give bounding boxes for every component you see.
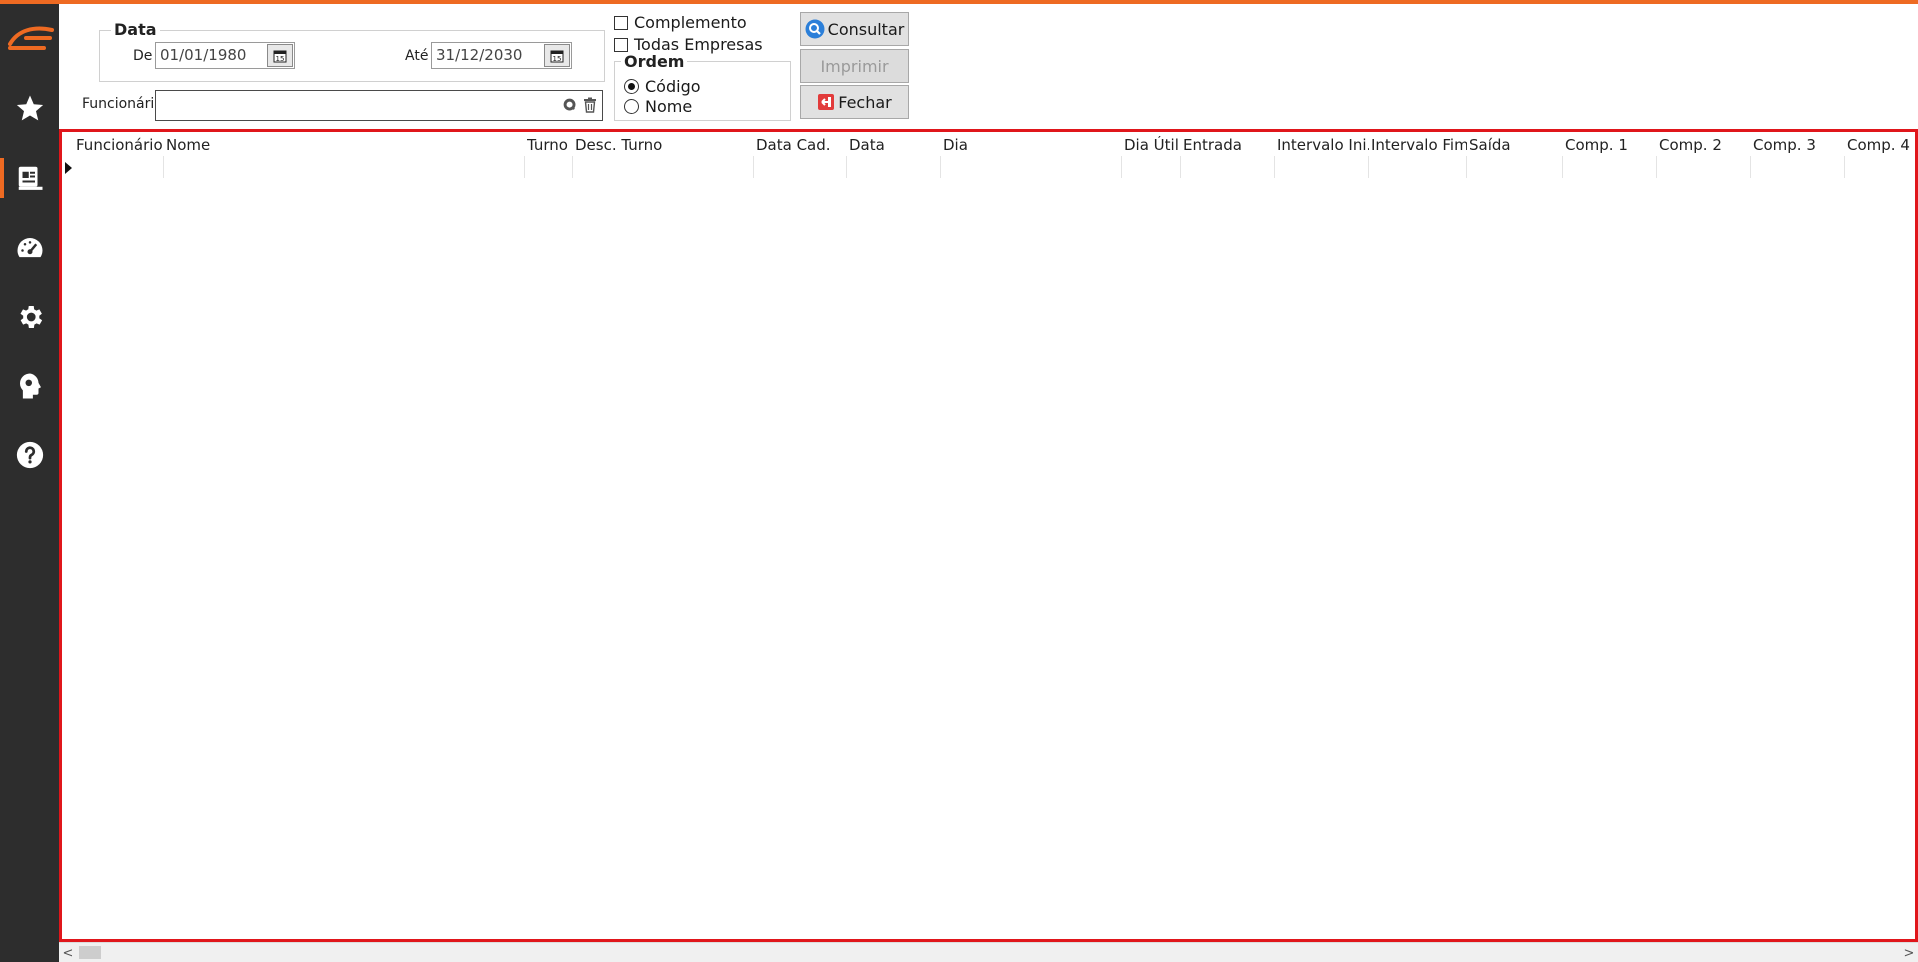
- consultar-label: Consultar: [827, 19, 905, 39]
- column-header[interactable]: Dia Útil: [1124, 136, 1182, 154]
- cell-separator: [1180, 156, 1181, 178]
- cell-separator: [1466, 156, 1467, 178]
- horizontal-scrollbar[interactable]: < >: [59, 942, 1918, 962]
- gear-icon: [20, 306, 42, 328]
- complemento-label: Complemento: [634, 13, 747, 32]
- todas-empresas-box: [614, 37, 628, 52]
- cell-separator: [846, 156, 847, 178]
- cell-separator: [1121, 156, 1122, 178]
- scroll-right-icon[interactable]: >: [1900, 944, 1918, 962]
- employee-search-button[interactable]: [563, 98, 578, 117]
- cell-separator: [940, 156, 941, 178]
- cell-separator: [1844, 156, 1845, 178]
- top-accent-line: [0, 0, 1918, 4]
- order-codigo-radio[interactable]: Código: [624, 77, 701, 96]
- cell-separator: [753, 156, 754, 178]
- settings-button[interactable]: [0, 291, 59, 343]
- sidebar: [0, 4, 59, 962]
- column-header[interactable]: Data: [849, 136, 939, 154]
- grid-empty-row[interactable]: [62, 156, 1915, 180]
- calendar-icon: 15: [273, 50, 287, 63]
- row-indicator-icon: [65, 162, 72, 174]
- complemento-checkbox[interactable]: Complemento: [614, 13, 747, 32]
- star-icon: [16, 95, 43, 121]
- employee-field[interactable]: [155, 90, 603, 121]
- column-header[interactable]: Comp. 1: [1565, 136, 1657, 154]
- reports-button[interactable]: [0, 152, 59, 204]
- report-icon: [18, 166, 42, 190]
- consultar-button[interactable]: Consultar: [800, 12, 909, 46]
- complemento-box: [614, 15, 628, 30]
- results-grid[interactable]: Funcionário Nome Turno Desc. Turno Data Cad.…: [59, 129, 1918, 942]
- column-header[interactable]: Turno: [527, 136, 573, 154]
- svg-text:15: 15: [276, 55, 285, 63]
- head-gear-icon: [19, 373, 41, 399]
- column-header[interactable]: Intervalo Fim: [1371, 136, 1467, 154]
- exit-icon: [817, 93, 835, 111]
- scroll-left-icon[interactable]: <: [59, 944, 77, 962]
- order-nome-label: Nome: [645, 97, 693, 116]
- cell-separator: [1274, 156, 1275, 178]
- from-calendar-button[interactable]: 15: [267, 44, 293, 67]
- column-header[interactable]: Data Cad.: [756, 136, 846, 154]
- help-button[interactable]: [0, 429, 59, 481]
- column-header[interactable]: Comp. 2: [1659, 136, 1751, 154]
- order-nome-radio-circle: [624, 99, 639, 114]
- cell-separator: [1750, 156, 1751, 178]
- column-header[interactable]: Saída: [1469, 136, 1561, 154]
- support-button[interactable]: [0, 360, 59, 412]
- from-label: De: [133, 48, 153, 64]
- imprimir-button[interactable]: Imprimir: [800, 49, 909, 83]
- employee-label: Funcionário: [82, 96, 163, 112]
- cell-separator: [1656, 156, 1657, 178]
- to-date-field[interactable]: 31/12/2030 15: [431, 42, 572, 69]
- from-date-field[interactable]: 01/01/1980 15: [155, 42, 295, 69]
- cell-separator: [163, 156, 164, 178]
- to-label: Até: [405, 48, 429, 64]
- column-header[interactable]: Intervalo Ini.: [1277, 136, 1369, 154]
- date-group-label: Data: [111, 20, 160, 39]
- cell-separator: [1368, 156, 1369, 178]
- to-date-value: 31/12/2030: [436, 46, 523, 64]
- column-header[interactable]: Comp. 4: [1847, 136, 1915, 154]
- question-icon: [16, 441, 43, 469]
- to-calendar-button[interactable]: 15: [544, 44, 570, 67]
- dashboard-button[interactable]: [0, 222, 59, 274]
- column-header[interactable]: Nome: [166, 136, 506, 154]
- order-group-label: Ordem: [621, 52, 688, 71]
- search-icon: [563, 98, 576, 111]
- favorites-button[interactable]: [0, 82, 59, 134]
- order-codigo-radio-circle: [624, 79, 639, 94]
- svg-text:15: 15: [553, 55, 562, 63]
- column-header[interactable]: Comp. 3: [1753, 136, 1845, 154]
- employee-clear-button[interactable]: [583, 97, 597, 117]
- column-header[interactable]: Funcionário: [76, 136, 164, 154]
- calendar-icon: 15: [550, 50, 564, 63]
- fechar-button[interactable]: Fechar: [800, 85, 909, 119]
- cell-separator: [572, 156, 573, 178]
- app-logo: [4, 20, 56, 54]
- search-icon: [805, 19, 825, 39]
- column-header[interactable]: Dia: [943, 136, 1121, 154]
- column-header[interactable]: Desc. Turno: [575, 136, 745, 154]
- fechar-label: Fechar: [838, 92, 892, 112]
- order-nome-radio[interactable]: Nome: [624, 97, 692, 116]
- trash-icon: [584, 97, 596, 113]
- cell-separator: [1562, 156, 1563, 178]
- column-header[interactable]: Entrada: [1183, 136, 1273, 154]
- imprimir-label: Imprimir: [820, 56, 889, 76]
- order-codigo-label: Código: [645, 77, 701, 96]
- gauge-icon: [17, 238, 42, 258]
- grid-header: Funcionário Nome Turno Desc. Turno Data Cad.…: [62, 132, 1915, 155]
- cell-separator: [524, 156, 525, 178]
- from-date-value: 01/01/1980: [160, 46, 247, 64]
- scroll-thumb[interactable]: [79, 946, 101, 959]
